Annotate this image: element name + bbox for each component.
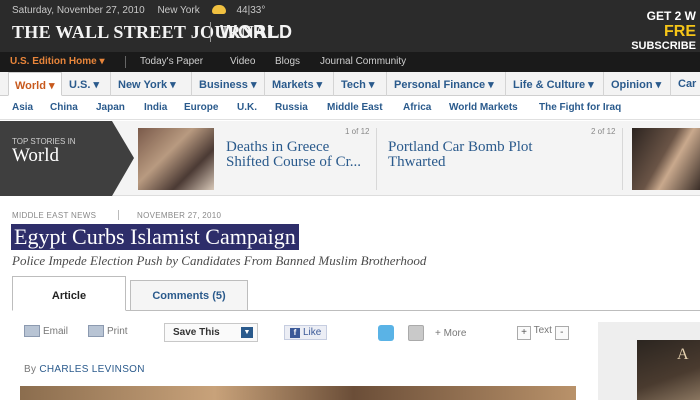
sub-nav: Asia China Japan India Europe U.K. Russi… [0,96,700,120]
subnav-fight-for-iraq[interactable]: The Fight for Iraq [539,102,621,113]
nav-tab-new-york[interactable]: New York ▾ [112,72,192,96]
text-size-control: + Text - [517,325,569,340]
current-date: Saturday, November 27, 2010 [12,5,145,16]
promo-line-3: SUBSCRIBE [631,40,696,52]
subnav-africa[interactable]: Africa [403,102,431,113]
tab-comments[interactable]: Comments (5) [130,280,248,310]
email-icon [24,325,40,337]
logo-divider [210,22,211,42]
facebook-icon: f [290,328,300,338]
share-icon[interactable] [408,325,424,341]
masthead: Saturday, November 27, 2010 New York 44|… [0,0,700,52]
nav-tab-world[interactable]: World ▾ [8,72,62,96]
nav-tab-life-culture[interactable]: Life & Culture ▾ [507,72,604,96]
subnav-china[interactable]: China [50,102,78,113]
article-title: Egypt Curbs Islamist Campaign [11,224,299,250]
subnav-world-markets[interactable]: World Markets [449,102,518,113]
nav-tab-tech[interactable]: Tech ▾ [335,72,387,96]
promo-line-2: FRE [664,23,696,40]
byline: By CHARLES LEVINSON [24,364,145,375]
text-decrease-button[interactable]: - [554,326,569,340]
subnav-uk[interactable]: U.K. [237,102,257,113]
print-button[interactable]: Print [88,325,128,337]
subnav-japan[interactable]: Japan [96,102,125,113]
article-deck: Police Impede Election Push by Candidate… [12,253,427,268]
article-toolbar: Email Print Save This ▼ f Like + More + Te… [12,319,596,349]
main-nav: World ▾ U.S. ▾ New York ▾ Business ▾ Mar… [0,72,700,96]
byline-prefix: By [24,364,37,375]
text-size-label: Text [533,325,552,336]
tab-article[interactable]: Article [12,276,126,311]
save-this-button[interactable]: Save This ▼ [164,323,258,342]
email-label: Email [43,326,69,337]
author-link[interactable]: CHARLES LEVINSON [39,364,144,375]
twitter-icon[interactable] [378,325,394,341]
subnav-asia[interactable]: Asia [12,102,33,113]
promo-line-1: GET 2 W [646,9,696,23]
kicker-divider [118,210,119,220]
article-date: NOVEMBER 27, 2010 [137,211,222,220]
ad-text: A [677,346,689,363]
save-this-label: Save This [173,327,220,338]
story-divider-2 [622,128,623,190]
print-icon [88,325,104,337]
subnav-india[interactable]: India [144,102,167,113]
top-stories-label: TOP STORIES IN World [0,121,134,196]
todays-paper-link[interactable]: Today's Paper [140,56,203,67]
facebook-like-button[interactable]: f Like [284,325,328,340]
article-kicker[interactable]: MIDDLE EAST NEWS [12,211,96,220]
section-title[interactable]: WORLD [220,22,293,43]
subscribe-promo[interactable]: GET 2 W FRE SUBSCRIBE [618,9,700,52]
edition-bar: U.S. Edition Home ▾ Today's Paper Video … [0,52,700,72]
email-button[interactable]: Email [24,325,68,337]
story-thumbnail-1[interactable] [138,128,214,190]
print-label: Print [107,326,128,337]
story-count-1: 1 of 12 [345,127,370,136]
story-headline-2[interactable]: Portland Car Bomb Plot Thwarted [388,140,588,170]
top-stories-section: World [12,145,60,166]
nav-tab-markets[interactable]: Markets ▾ [266,72,334,96]
subnav-middle-east[interactable]: Middle East [327,102,383,113]
blogs-link[interactable]: Blogs [275,56,300,67]
edition-selector[interactable]: U.S. Edition Home ▾ [10,56,104,67]
story-count-2: 2 of 12 [591,127,616,136]
story-headline-1[interactable]: Deaths in Greece Shifted Course of Cr... [226,140,368,170]
article-image[interactable] [20,386,576,400]
nav-tab-business[interactable]: Business ▾ [193,72,265,96]
date-line: Saturday, November 27, 2010 New York 44|… [12,5,275,16]
advertisement[interactable]: A [637,340,700,400]
story-thumbnail-3[interactable] [632,128,700,190]
story-divider [376,128,377,190]
nav-tab-personal-finance[interactable]: Personal Finance ▾ [388,72,506,96]
subnav-russia[interactable]: Russia [275,102,308,113]
subnav-europe[interactable]: Europe [184,102,218,113]
nav-tab-us[interactable]: U.S. ▾ [63,72,111,96]
weather-city[interactable]: New York [157,5,199,16]
video-link[interactable]: Video [230,56,255,67]
nav-tab-careers[interactable]: Car [672,72,700,96]
more-share-button[interactable]: + More [435,328,466,339]
like-label: Like [303,327,322,338]
edition-divider [125,56,126,68]
journal-community-link[interactable]: Journal Community [320,56,406,67]
text-increase-button[interactable]: + [517,326,531,340]
chevron-down-icon: ▼ [241,327,253,338]
weather-temp: 44|33° [236,5,266,16]
nav-tab-opinion[interactable]: Opinion ▾ [605,72,671,96]
weather-icon [212,5,227,14]
